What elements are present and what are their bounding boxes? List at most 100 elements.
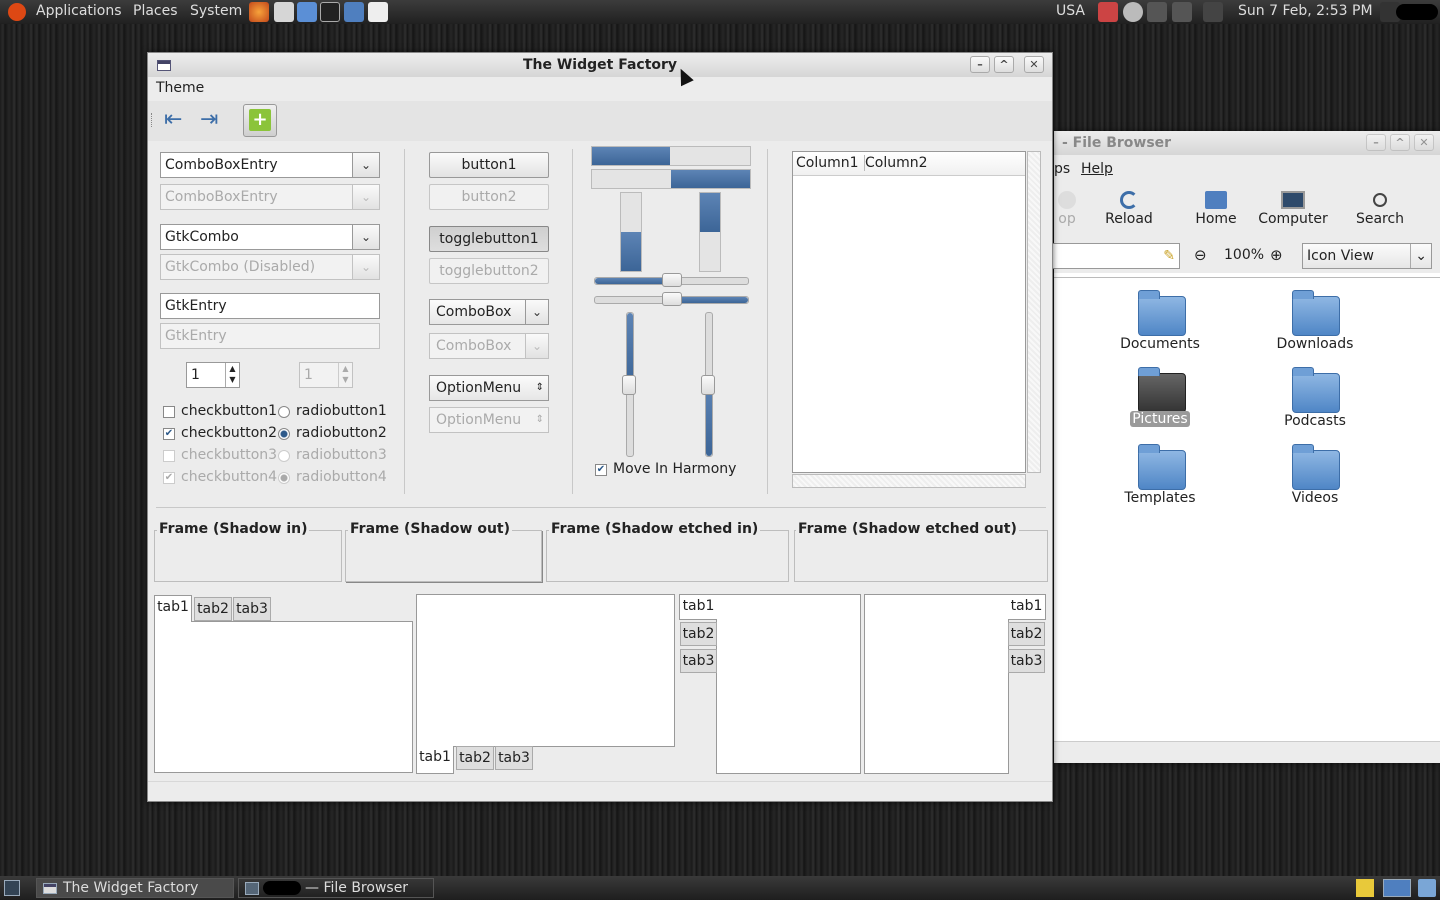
trash-icon[interactable] (1418, 879, 1436, 897)
window-menu-icon[interactable] (157, 60, 171, 71)
button1[interactable]: button1 (429, 152, 549, 178)
horizontal-scrollbar[interactable] (792, 474, 1026, 488)
gtk-entry[interactable]: GtkEntry (160, 293, 380, 319)
volume-icon[interactable] (1147, 2, 1167, 22)
column1-header[interactable]: Column1 (796, 155, 865, 171)
widget-factory-titlebar[interactable]: The Widget Factory – ^ ✕ (148, 53, 1052, 77)
column2-header[interactable]: Column2 (865, 155, 928, 171)
pictures-folder-icon[interactable] (1138, 367, 1186, 413)
keyboard-layout[interactable]: USA (1056, 3, 1085, 19)
move-in-harmony-label[interactable]: Move In Harmony (613, 461, 736, 477)
hscale-1[interactable] (594, 273, 749, 287)
view-mode-select[interactable]: Icon View ⌄ (1302, 243, 1432, 269)
vscale-2[interactable] (701, 312, 715, 457)
image-viewer-icon[interactable] (274, 2, 294, 22)
clear-icon[interactable]: ✎ (1163, 244, 1175, 268)
search-button[interactable]: Search (1352, 191, 1408, 227)
firefox-icon[interactable] (249, 2, 269, 22)
minimize-button[interactable]: – (1366, 134, 1386, 151)
move-in-harmony-checkbox[interactable]: ✔ (595, 464, 607, 476)
home-button[interactable]: Home (1188, 191, 1244, 227)
menu-applications[interactable]: Applications (36, 3, 122, 19)
notebook-left-tab3[interactable]: tab3 (680, 649, 717, 673)
folder-label-videos[interactable]: Videos (1255, 490, 1375, 506)
notebook-right-tab2[interactable]: tab2 (1008, 622, 1045, 646)
menu-help[interactable]: Help (1081, 161, 1113, 177)
spin-arrows[interactable]: ▲ ▼ (225, 363, 239, 387)
system-monitor-icon[interactable] (320, 2, 340, 22)
radiobutton1-label[interactable]: radiobutton1 (296, 403, 387, 419)
notebook-right-tab3[interactable]: tab3 (1008, 649, 1045, 673)
notebook-top-tab2[interactable]: tab2 (194, 597, 232, 621)
zoom-out-icon[interactable]: ⊖ (1194, 246, 1207, 264)
workspace-1[interactable] (1383, 879, 1411, 897)
graph-tool-icon[interactable] (344, 2, 364, 22)
gtk-combo[interactable]: GtkCombo ⌄ (160, 224, 380, 250)
stop-button[interactable]: op (1050, 191, 1084, 227)
podcasts-folder-icon[interactable] (1292, 367, 1340, 413)
scale-slider[interactable] (661, 273, 682, 287)
location-entry[interactable]: ✎ (1052, 243, 1180, 269)
scale-slider[interactable] (661, 292, 682, 306)
go-last-icon[interactable]: ⇥ (200, 109, 226, 133)
display-settings-icon[interactable] (297, 2, 317, 22)
clock[interactable]: Sun 7 Feb, 2:53 PM (1238, 3, 1373, 19)
toolbar-grip[interactable] (151, 113, 154, 127)
add-button[interactable]: + (243, 104, 277, 137)
videos-folder-icon[interactable] (1292, 444, 1340, 490)
notebook-top-tab1[interactable]: tab1 (154, 595, 192, 622)
text-editor-icon[interactable] (368, 2, 388, 22)
menu-system[interactable]: System (190, 3, 242, 19)
menu-places[interactable]: Places (133, 3, 178, 19)
spin-button[interactable]: 1 ▲ ▼ (186, 362, 240, 388)
radiobutton2-label[interactable]: radiobutton2 (296, 425, 387, 441)
scale-slider[interactable] (622, 374, 636, 395)
tree-view[interactable]: Column1 Column2 (792, 151, 1026, 473)
checkbutton2-label[interactable]: checkbutton2 (181, 425, 277, 441)
vscale-1[interactable] (622, 312, 636, 457)
notebook-bottom-tab3[interactable]: tab3 (495, 746, 533, 770)
radiobutton1[interactable] (278, 406, 290, 418)
zoom-in-icon[interactable]: ⊕ (1270, 246, 1283, 264)
scale-slider[interactable] (701, 374, 715, 395)
downloads-folder-icon[interactable] (1292, 290, 1340, 336)
close-button[interactable]: ✕ (1414, 134, 1434, 151)
folder-label-podcasts[interactable]: Podcasts (1255, 413, 1375, 429)
computer-button[interactable]: Computer (1256, 191, 1330, 227)
chevron-down-icon[interactable]: ⌄ (525, 299, 549, 325)
mail-icon[interactable] (1203, 2, 1223, 22)
network-icon[interactable] (1098, 2, 1118, 22)
combobox-entry[interactable]: ComboBoxEntry ⌄ (160, 152, 380, 178)
notebook-top-tab3[interactable]: tab3 (233, 597, 271, 621)
ubuntu-logo-icon[interactable] (8, 3, 26, 21)
documents-folder-icon[interactable] (1138, 290, 1186, 336)
togglebutton1[interactable]: togglebutton1 (429, 226, 549, 252)
option-menu[interactable]: OptionMenu ⇕ (429, 375, 549, 401)
menu-bookmarks[interactable]: ps (1054, 161, 1070, 177)
bluetooth-icon[interactable] (1172, 2, 1192, 22)
radiobutton2[interactable] (278, 428, 290, 440)
folder-label-templates[interactable]: Templates (1100, 490, 1220, 506)
checkbutton1[interactable] (163, 406, 175, 418)
folder-label-pictures[interactable]: Pictures (1130, 411, 1190, 427)
notebook-left-tab2[interactable]: tab2 (680, 622, 717, 646)
notebook-left-tab1[interactable]: tab1 (679, 594, 717, 620)
taskbar-widget-factory[interactable]: The Widget Factory (36, 878, 234, 898)
notebook-bottom-tab1[interactable]: tab1 (416, 746, 454, 774)
notebook-bottom-tab2[interactable]: tab2 (456, 746, 494, 770)
checkbutton2[interactable]: ✔ (163, 428, 175, 440)
maximize-button[interactable]: ^ (1390, 134, 1410, 151)
taskbar-file-browser[interactable]: — File Browser (238, 878, 434, 898)
folder-label-downloads[interactable]: Downloads (1255, 336, 1375, 352)
templates-folder-icon[interactable] (1138, 444, 1186, 490)
notes-icon[interactable] (1356, 879, 1374, 897)
file-browser-titlebar[interactable]: - File Browser – ^ ✕ (1054, 131, 1440, 155)
hscale-2[interactable] (594, 292, 749, 306)
go-first-icon[interactable]: ⇤ (164, 109, 190, 133)
reload-button[interactable]: Reload (1102, 191, 1156, 227)
folder-label-documents[interactable]: Documents (1100, 336, 1220, 352)
combobox[interactable]: ComboBox ⌄ (429, 299, 549, 325)
menu-theme[interactable]: Theme (156, 80, 204, 96)
maximize-button[interactable]: ^ (994, 56, 1014, 73)
close-button[interactable]: ✕ (1024, 56, 1044, 73)
